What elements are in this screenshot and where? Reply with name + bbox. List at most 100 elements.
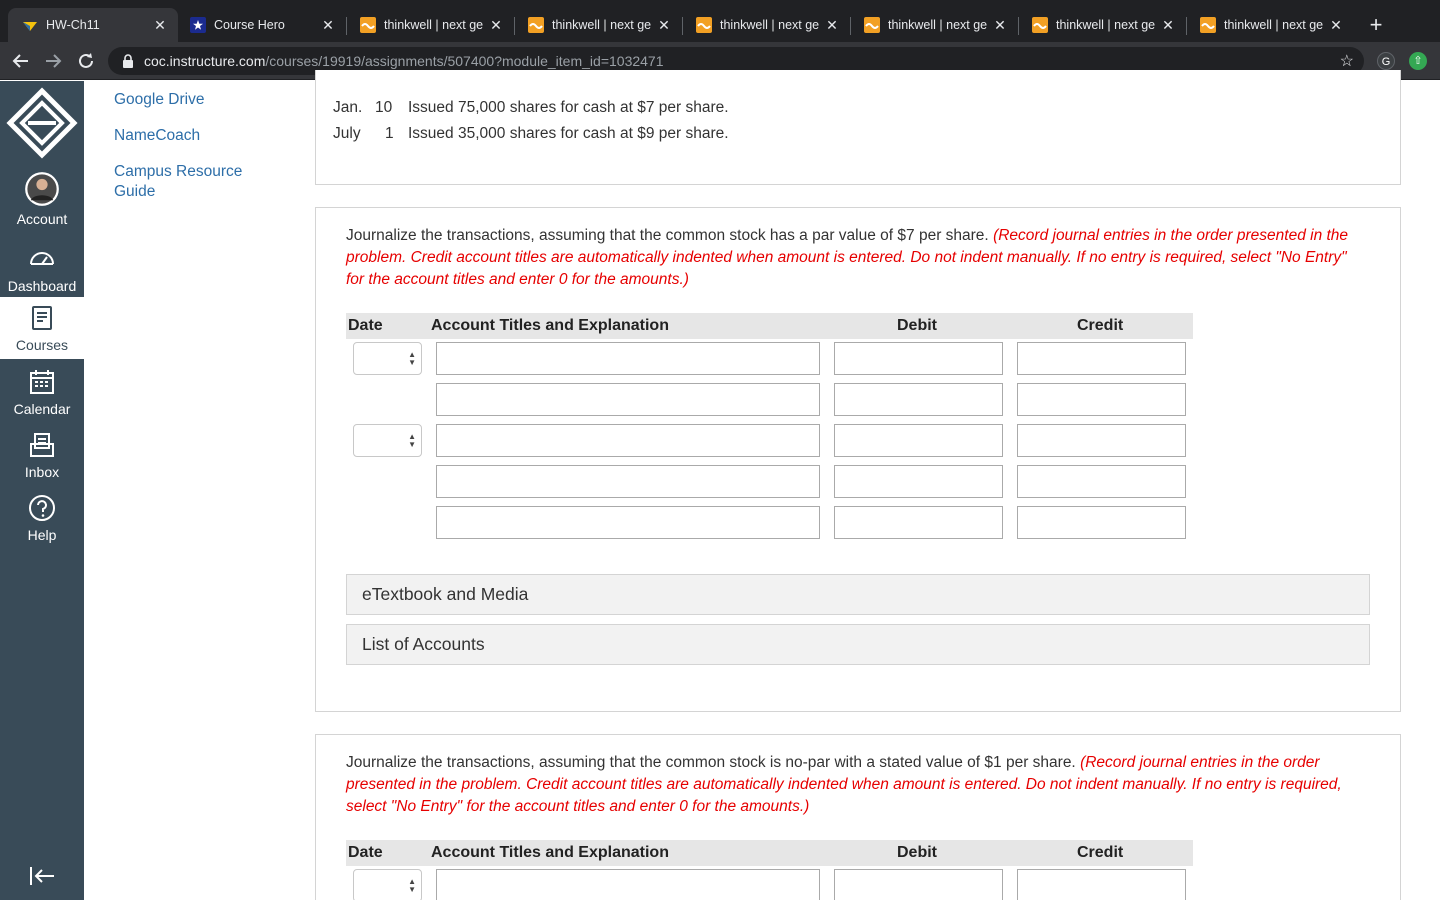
account-title-input[interactable] bbox=[436, 383, 820, 416]
tab-label: thinkwell | next ge bbox=[384, 18, 484, 32]
course-nav-namecoach[interactable]: NameCoach bbox=[114, 126, 284, 146]
tab-course-hero[interactable]: Course Hero ✕ bbox=[176, 8, 346, 42]
close-icon[interactable]: ✕ bbox=[992, 17, 1008, 34]
journal-panel-no-par: Journalize the transactions, assuming th… bbox=[315, 734, 1401, 900]
question-prompt: Journalize the transactions, assuming th… bbox=[346, 225, 1356, 291]
inbox-icon bbox=[30, 433, 54, 457]
account-title-input[interactable] bbox=[436, 506, 820, 539]
date-select[interactable]: ▲ ▼ bbox=[353, 342, 422, 375]
thinkwell-icon bbox=[360, 17, 376, 33]
forward-button[interactable] bbox=[42, 50, 64, 72]
thinkwell-icon bbox=[1032, 17, 1048, 33]
close-icon[interactable]: ✕ bbox=[656, 17, 672, 34]
course-nav-campus-resource-guide[interactable]: Campus Resource Guide bbox=[114, 162, 284, 202]
transactions-panel: Jan. 10 Issued 75,000 shares for cash at… bbox=[315, 70, 1401, 185]
nav-label: Help bbox=[27, 527, 57, 543]
canvas-logo-icon[interactable] bbox=[6, 87, 78, 159]
journal-panel-par-value: Journalize the transactions, assuming th… bbox=[315, 207, 1401, 712]
nav-calendar[interactable]: Calendar bbox=[0, 361, 84, 423]
debit-input[interactable] bbox=[834, 869, 1003, 900]
extension-g-button[interactable]: G bbox=[1377, 52, 1395, 70]
back-button[interactable] bbox=[10, 50, 32, 72]
thinkwell-icon bbox=[696, 17, 712, 33]
nav-account[interactable]: Account bbox=[0, 169, 84, 231]
nav-courses[interactable]: Courses bbox=[0, 297, 84, 359]
nav-label: Account bbox=[16, 211, 68, 227]
debit-input[interactable] bbox=[834, 506, 1003, 539]
tab-label: thinkwell | next ge bbox=[1224, 18, 1324, 32]
nav-dashboard[interactable]: Dashboard bbox=[0, 238, 84, 300]
account-title-input[interactable] bbox=[436, 424, 820, 457]
account-title-input[interactable] bbox=[436, 465, 820, 498]
date-select[interactable]: ▲ ▼ bbox=[353, 869, 422, 900]
close-icon[interactable]: ✕ bbox=[320, 17, 336, 34]
debit-input[interactable] bbox=[834, 465, 1003, 498]
etextbook-accordion[interactable]: eTextbook and Media bbox=[346, 574, 1370, 615]
debit-input[interactable] bbox=[834, 342, 1003, 375]
tab-label: Course Hero bbox=[214, 18, 285, 32]
tab-thinkwell[interactable]: thinkwell | next ge ✕ bbox=[682, 8, 850, 42]
close-icon[interactable]: ✕ bbox=[824, 17, 840, 34]
close-icon[interactable]: ✕ bbox=[152, 17, 168, 34]
close-icon[interactable]: ✕ bbox=[488, 17, 504, 34]
url-host: coc.instructure.com bbox=[144, 53, 266, 69]
debit-input[interactable] bbox=[834, 383, 1003, 416]
tab-thinkwell[interactable]: thinkwell | next ge ✕ bbox=[346, 8, 514, 42]
bookmark-star-icon[interactable]: ☆ bbox=[1340, 51, 1354, 71]
canvas-icon bbox=[22, 17, 38, 33]
header-credit: Credit bbox=[1077, 317, 1124, 334]
course-nav-google-drive[interactable]: Google Drive bbox=[114, 90, 284, 110]
credit-input[interactable] bbox=[1017, 383, 1186, 416]
browser-tab-bar: HW-Ch11 ✕ Course Hero ✕ thinkwell | next… bbox=[0, 0, 1440, 42]
nav-label: Courses bbox=[15, 337, 69, 353]
tab-thinkwell[interactable]: thinkwell | next ge ✕ bbox=[1186, 8, 1354, 42]
journal-header-row: Date Account Titles and Explanation Debi… bbox=[346, 840, 1193, 866]
nav-inbox[interactable]: Inbox bbox=[0, 424, 84, 486]
course-navigation: Google Drive NameCoach Campus Resource G… bbox=[84, 81, 314, 900]
tab-label: thinkwell | next ge bbox=[888, 18, 988, 32]
header-debit: Debit bbox=[897, 317, 937, 334]
coursehero-icon bbox=[190, 17, 206, 33]
new-tab-button[interactable]: + bbox=[1364, 14, 1388, 38]
close-icon[interactable]: ✕ bbox=[1328, 17, 1344, 34]
extension-update-icon[interactable]: ⇧ bbox=[1409, 52, 1427, 70]
account-title-input[interactable] bbox=[436, 869, 820, 900]
tab-thinkwell[interactable]: thinkwell | next ge ✕ bbox=[850, 8, 1018, 42]
date-select[interactable]: ▲ ▼ bbox=[353, 424, 422, 457]
close-icon[interactable]: ✕ bbox=[1160, 17, 1176, 34]
reload-icon bbox=[79, 53, 93, 68]
credit-input[interactable] bbox=[1017, 465, 1186, 498]
tab-label: thinkwell | next ge bbox=[552, 18, 652, 32]
tab-thinkwell[interactable]: thinkwell | next ge ✕ bbox=[514, 8, 682, 42]
nav-help[interactable]: Help bbox=[0, 487, 84, 549]
thinkwell-icon bbox=[864, 17, 880, 33]
txn-month: July bbox=[333, 125, 361, 142]
arrow-left-icon bbox=[12, 54, 28, 68]
courses-icon bbox=[32, 306, 52, 330]
tab-label: HW-Ch11 bbox=[46, 18, 100, 32]
reload-button[interactable] bbox=[75, 50, 97, 72]
credit-input[interactable] bbox=[1017, 342, 1186, 375]
thinkwell-icon bbox=[528, 17, 544, 33]
header-date: Date bbox=[348, 317, 383, 334]
list-of-accounts-accordion[interactable]: List of Accounts bbox=[346, 624, 1370, 665]
header-account: Account Titles and Explanation bbox=[431, 844, 669, 861]
credit-input[interactable] bbox=[1017, 869, 1186, 900]
header-account: Account Titles and Explanation bbox=[431, 317, 669, 334]
credit-input[interactable] bbox=[1017, 506, 1186, 539]
tab-label: thinkwell | next ge bbox=[720, 18, 820, 32]
arrow-right-icon bbox=[46, 54, 62, 68]
credit-input[interactable] bbox=[1017, 424, 1186, 457]
account-title-input[interactable] bbox=[436, 342, 820, 375]
calendar-icon bbox=[30, 370, 54, 394]
tab-thinkwell[interactable]: thinkwell | next ge ✕ bbox=[1018, 8, 1186, 42]
txn-day: 1 bbox=[385, 125, 394, 142]
tab-hw-ch11[interactable]: HW-Ch11 ✕ bbox=[8, 8, 178, 42]
collapse-nav-icon[interactable] bbox=[28, 864, 56, 888]
nav-label: Calendar bbox=[13, 401, 71, 417]
tab-label: thinkwell | next ge bbox=[1056, 18, 1156, 32]
header-debit: Debit bbox=[897, 844, 937, 861]
select-arrows-icon: ▲ ▼ bbox=[408, 350, 416, 367]
dashboard-icon bbox=[30, 252, 54, 265]
debit-input[interactable] bbox=[834, 424, 1003, 457]
